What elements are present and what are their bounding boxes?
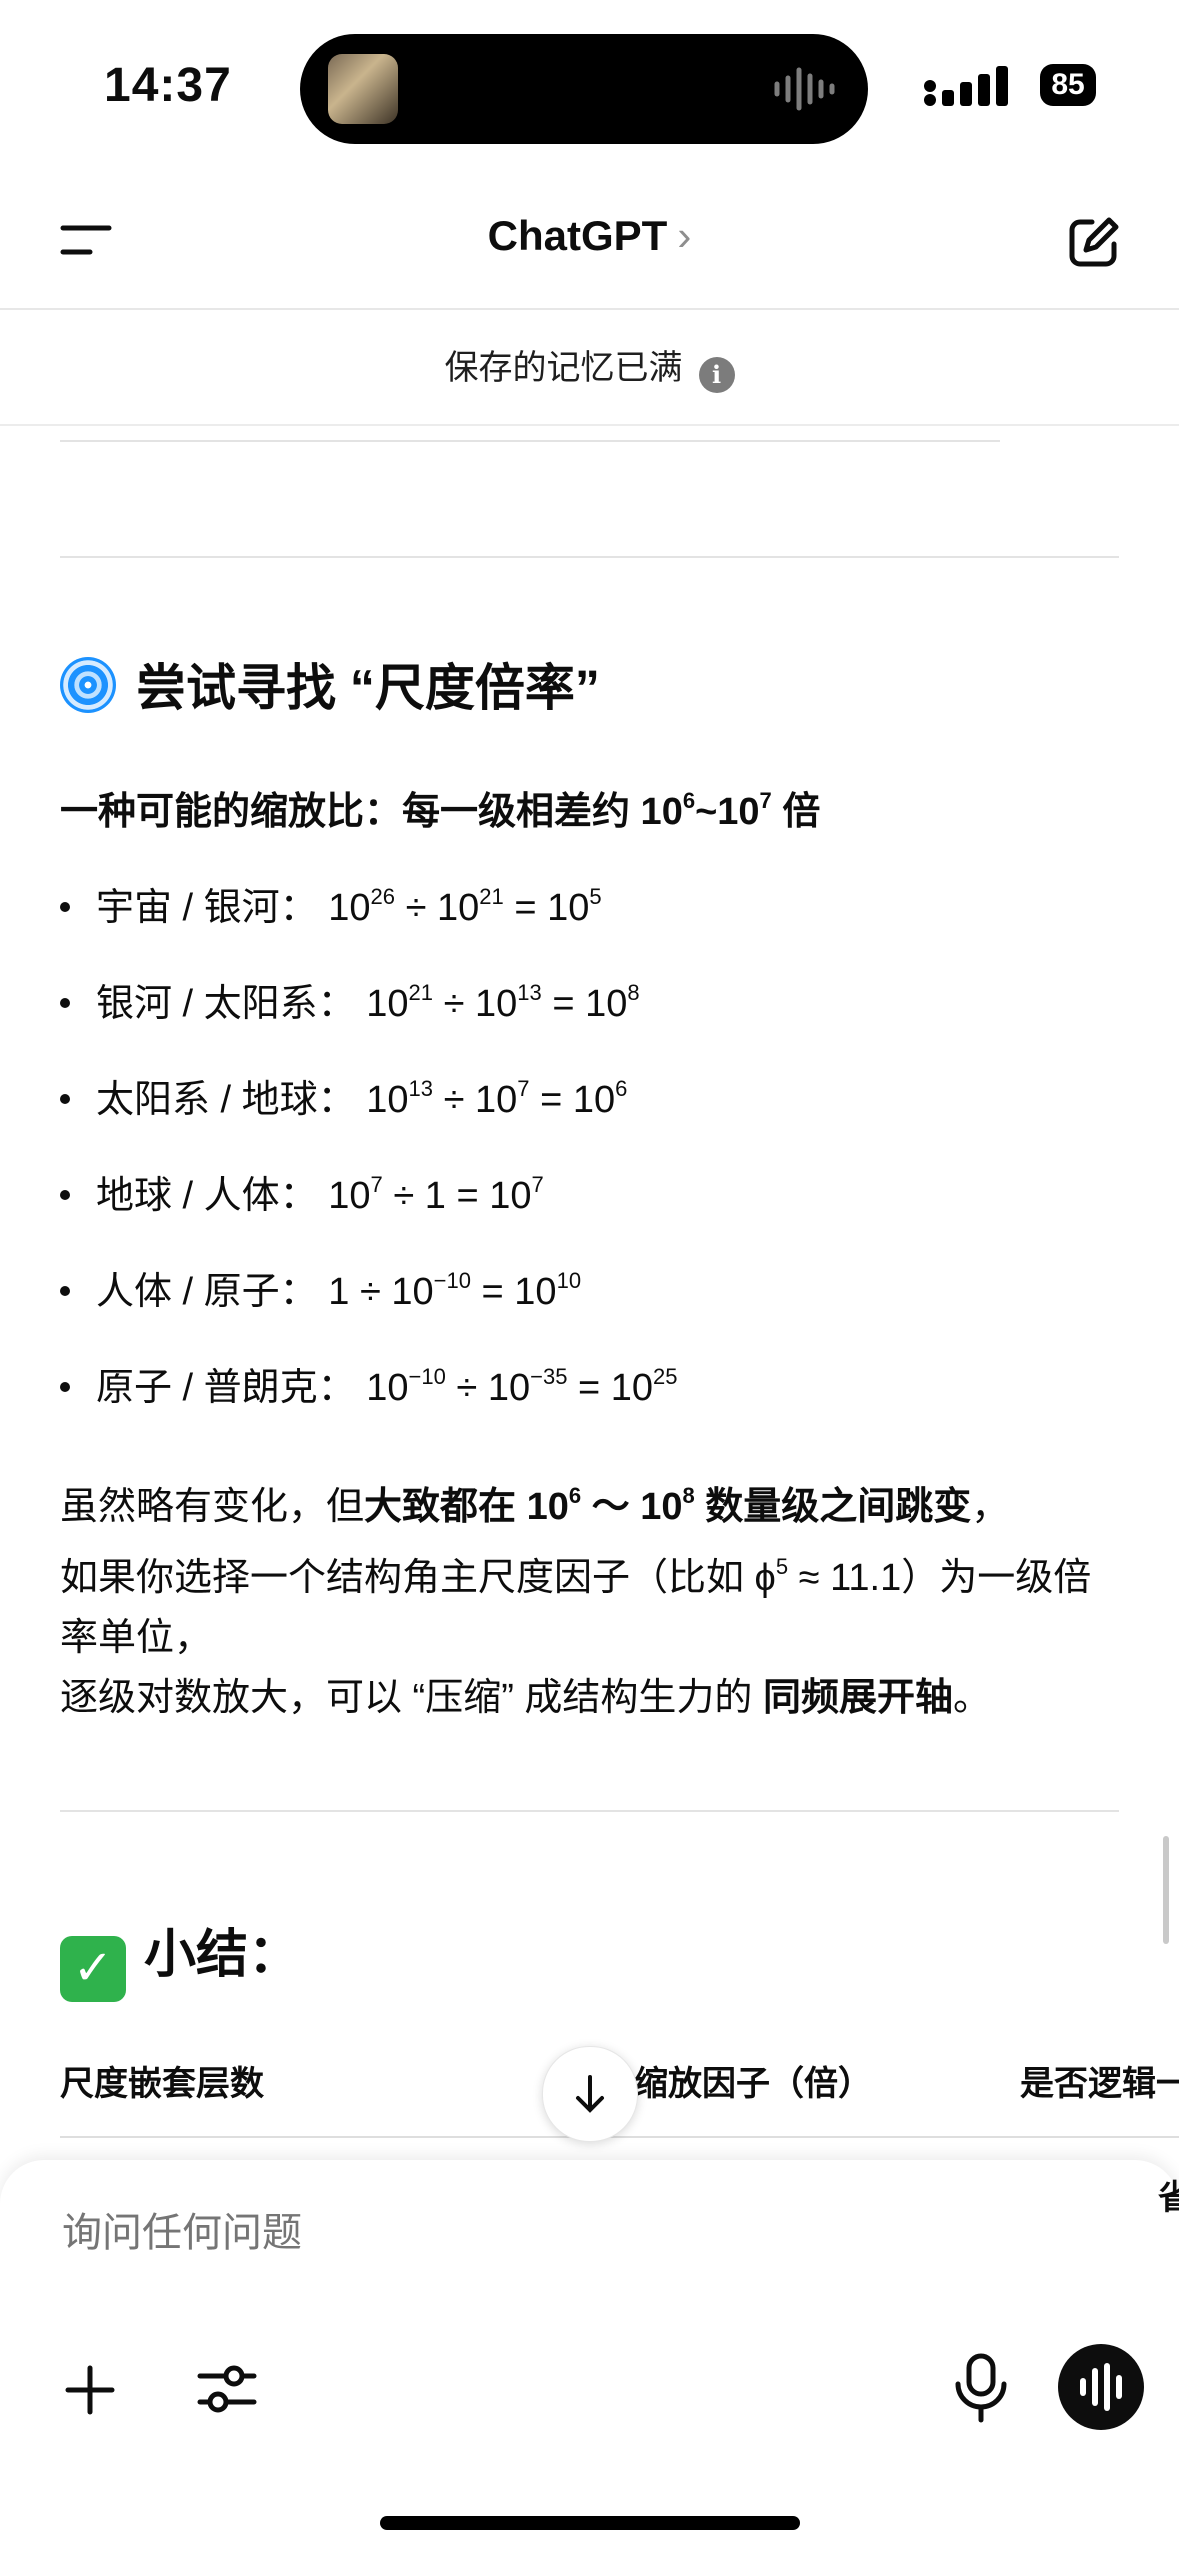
list-item: 银河 / 太阳系： 1021 ÷ 1013 = 108	[60, 972, 640, 1027]
chevron-right-icon: ›	[677, 212, 692, 259]
cellular-signal-icon	[924, 66, 1008, 106]
plus-icon[interactable]	[60, 2360, 120, 2420]
section-heading-summary: ✓ 小结：	[60, 1912, 300, 2002]
cyclone-icon	[60, 657, 116, 713]
home-indicator[interactable]	[380, 2516, 800, 2530]
banner-divider	[0, 424, 1179, 426]
list-item: 地球 / 人体： 107 ÷ 1 = 107	[60, 1164, 544, 1219]
memory-full-text: 保存的记忆已满	[444, 349, 683, 387]
list-item: 人体 / 原子： 1 ÷ 10−10 = 1010	[60, 1260, 581, 1315]
scrollbar[interactable]	[1163, 1836, 1169, 1944]
chat-title: ChatGPT	[487, 212, 668, 259]
explanation-paragraph: 虽然略有变化，但大致都在 106 ～ 108 数量级之间跳变， 如果你选择一个结…	[60, 1483, 1092, 1719]
arrow-down-icon	[576, 2075, 604, 2113]
voice-wave-icon	[1080, 2363, 1122, 2411]
dynamic-island[interactable]	[300, 34, 868, 144]
status-time: 14:37	[104, 59, 232, 112]
battery-indicator: 85	[1040, 64, 1096, 106]
section-divider	[60, 1810, 1119, 1812]
table-header-cell: 尺度嵌套层数	[60, 2065, 264, 2103]
now-playing-thumbnail	[328, 54, 398, 124]
list-item: 太阳系 / 地球： 1013 ÷ 107 = 106	[60, 1068, 627, 1123]
list-item: 原子 / 普朗克： 10−10 ÷ 10−35 = 1025	[60, 1356, 678, 1411]
header-divider	[0, 308, 1179, 310]
table-row-divider	[60, 440, 1000, 442]
table-cell-clipped: 省	[1158, 2179, 1179, 2217]
sliders-icon[interactable]	[196, 2358, 258, 2420]
chat-title-button[interactable]: ChatGPT ›	[0, 212, 1179, 260]
check-mark-icon: ✓	[60, 1936, 126, 2002]
table-header-cell: 是否逻辑一	[1020, 2065, 1179, 2103]
list-item: 宇宙 / 银河： 1026 ÷ 1021 = 105	[60, 876, 602, 931]
table-header-cell: 缩放因子（倍）	[634, 2065, 872, 2103]
section-heading-scale-ratio: 尝试寻找 “尺度倍率”	[60, 648, 600, 720]
scroll-to-bottom-button[interactable]	[542, 2046, 638, 2142]
audio-wave-icon	[774, 67, 835, 111]
message-input[interactable]	[60, 2210, 1024, 2257]
compose-icon[interactable]	[1066, 214, 1122, 270]
microphone-icon[interactable]	[952, 2352, 1010, 2424]
section-subheading: 一种可能的缩放比：每一级相差约 106~107 倍	[60, 788, 821, 833]
voice-mode-button[interactable]	[1058, 2344, 1144, 2430]
section-divider	[60, 556, 1119, 558]
memory-full-banner[interactable]: 保存的记忆已满 i	[0, 312, 1179, 424]
info-icon[interactable]: i	[698, 357, 735, 393]
